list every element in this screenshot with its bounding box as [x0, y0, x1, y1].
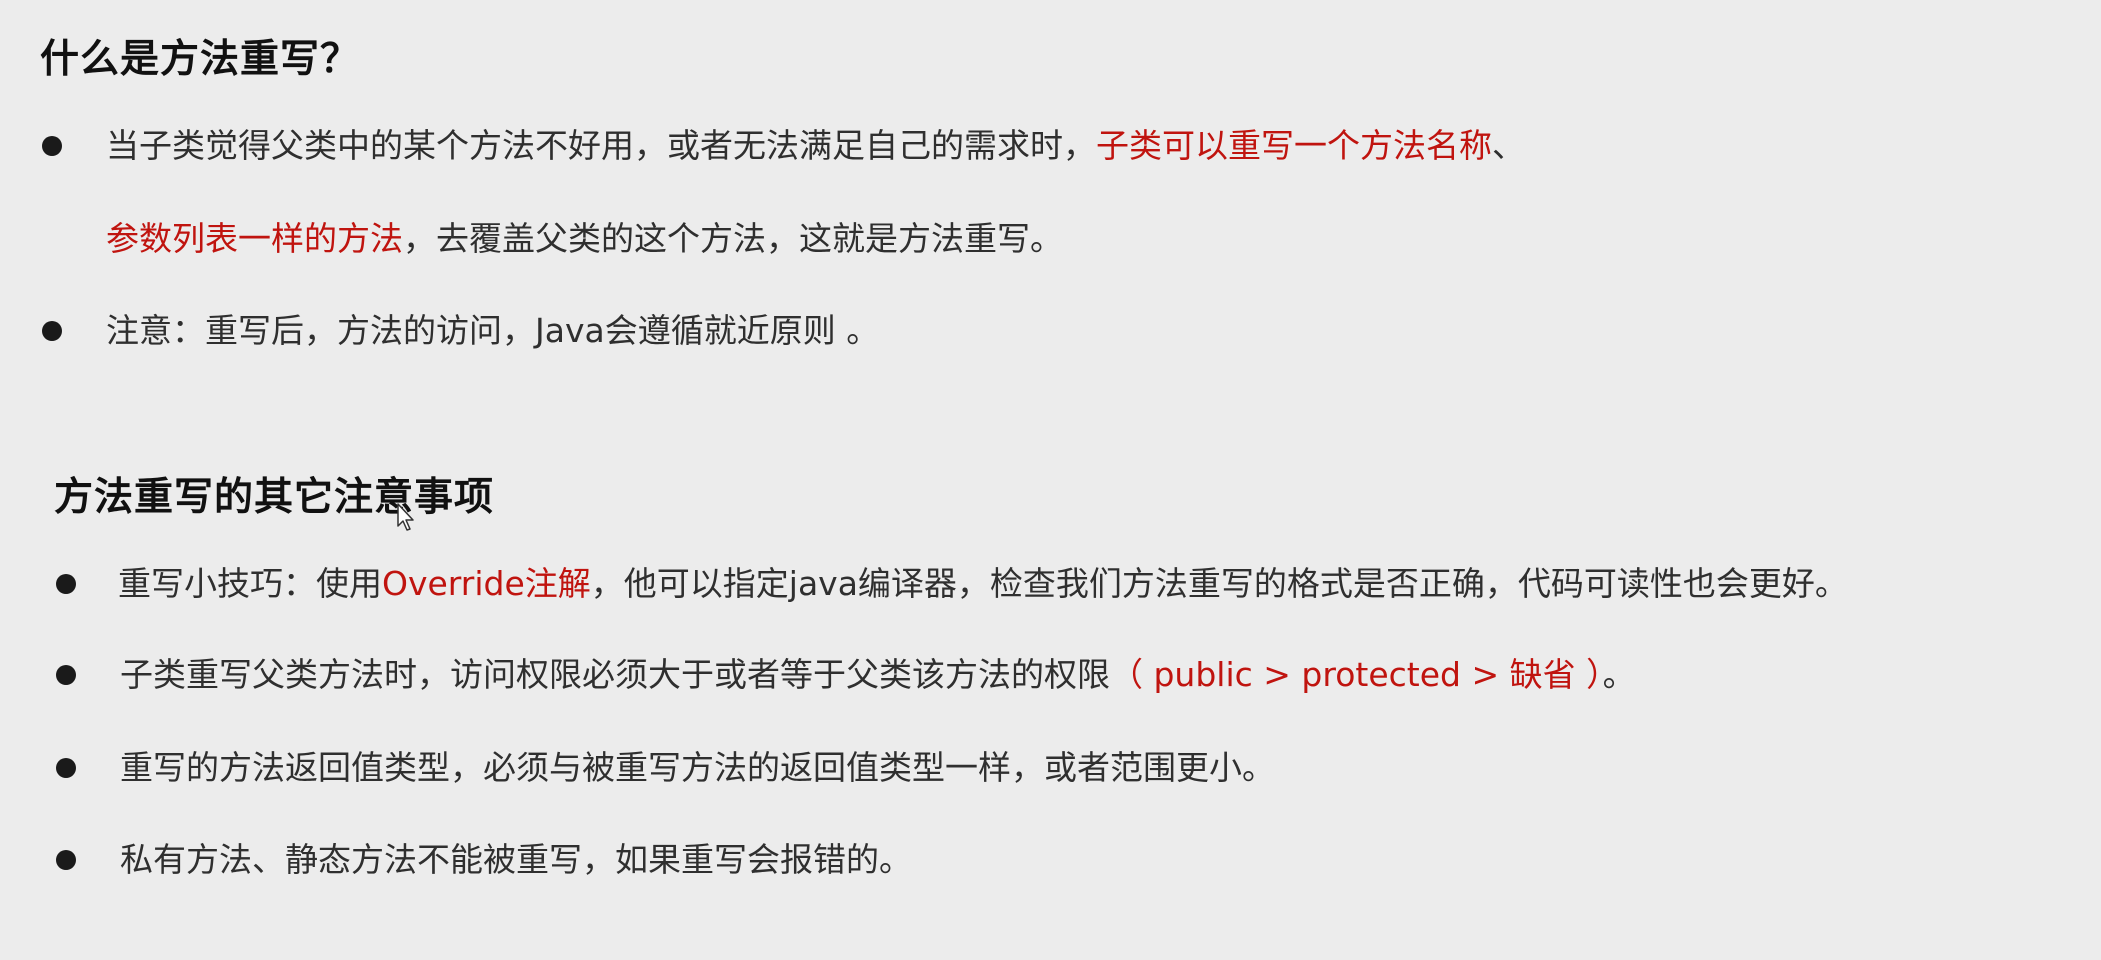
definition-text-end: 、 — [1492, 126, 1525, 165]
bullet-icon — [42, 321, 62, 341]
definition-text-2: ，去覆盖父类的这个方法，这就是方法重写。 — [403, 219, 1063, 258]
definition-highlight: 子类可以重写一个方法名称 — [1096, 126, 1492, 165]
bullet-icon — [56, 665, 76, 685]
tip-text: 重写小技巧：使用 — [118, 564, 382, 603]
access-order-highlight: （ public > protected > 缺省 ） — [1110, 655, 1603, 694]
bullet-icon — [56, 574, 76, 594]
return-type-line: 重写的方法返回值类型，必须与被重写方法的返回值类型一样，或者范围更小。 — [120, 748, 1275, 787]
access-modifier-line: 子类重写父类方法时，访问权限必须大于或者等于父类该方法的权限（ public >… — [120, 653, 1636, 697]
bullet-icon — [56, 850, 76, 870]
override-annotation-highlight: Override注解 — [382, 564, 591, 603]
override-definition-line-1: 当子类觉得父类中的某个方法不好用，或者无法满足自己的需求时，子类可以重写一个方法… — [106, 124, 1525, 168]
bullet-icon — [42, 136, 62, 156]
override-note-line: 注意：重写后，方法的访问，Java会遵循就近原则 。 — [106, 311, 880, 350]
override-tip-line: 重写小技巧：使用Override注解，他可以指定java编译器，检查我们方法重写… — [118, 562, 1848, 606]
private-static-line: 私有方法、静态方法不能被重写，如果重写会报错的。 — [120, 840, 912, 879]
access-text-end: 。 — [1602, 655, 1636, 694]
mouse-pointer-icon — [397, 503, 414, 531]
definition-highlight-2: 参数列表一样的方法 — [106, 219, 403, 258]
slide: 什么是方法重写？ 当子类觉得父类中的某个方法不好用，或者无法满足自己的需求时，子… — [0, 0, 2101, 960]
access-text: 子类重写父类方法时，访问权限必须大于或者等于父类该方法的权限 — [120, 655, 1110, 694]
override-definition-line-2: 参数列表一样的方法，去覆盖父类的这个方法，这就是方法重写。 — [106, 217, 1063, 261]
bullet-icon — [56, 758, 76, 778]
tip-text-end: ，他可以指定java编译器，检查我们方法重写的格式是否正确，代码可读性也会更好。 — [590, 564, 1848, 603]
section-heading-what-is-override: 什么是方法重写？ — [40, 37, 361, 82]
section-heading-override-notes: 方法重写的其它注意事项 — [54, 475, 495, 520]
definition-text: 当子类觉得父类中的某个方法不好用，或者无法满足自己的需求时， — [106, 126, 1096, 165]
